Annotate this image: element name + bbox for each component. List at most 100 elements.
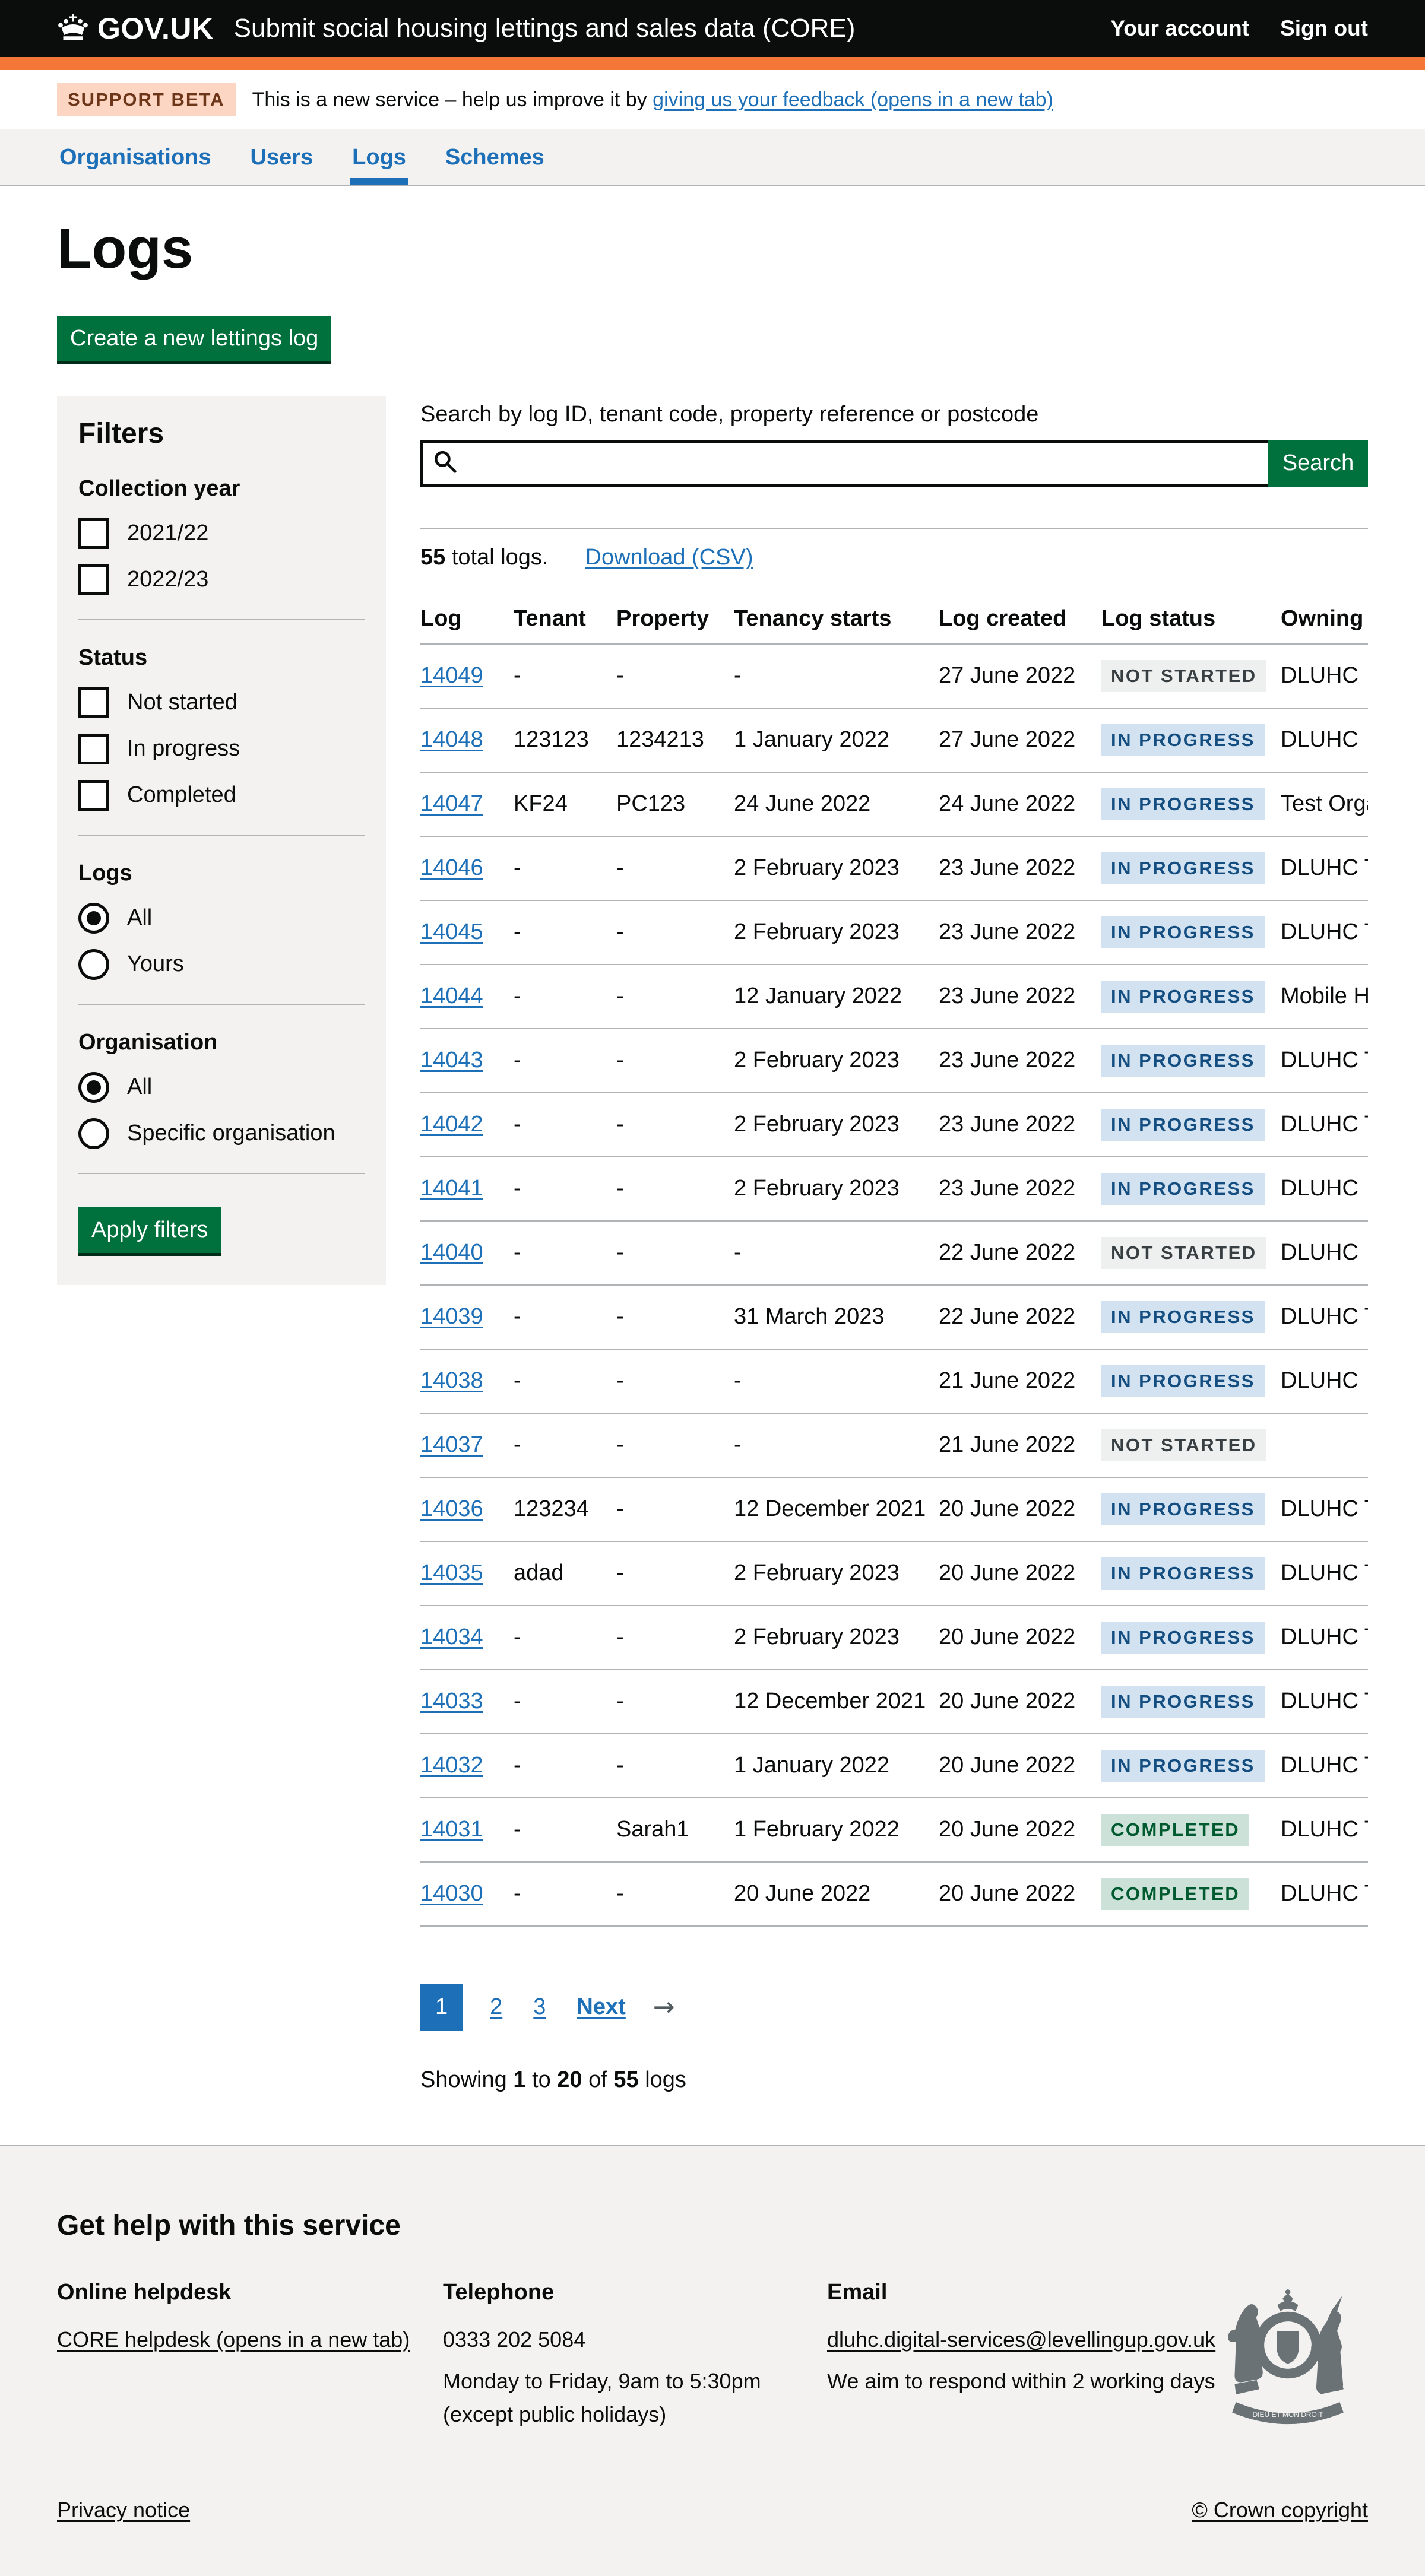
radio-organisation-all[interactable]: All [78, 1072, 365, 1103]
owning-org-cell: DLUHC [1281, 1157, 1368, 1221]
tenant-cell: - [514, 1670, 616, 1734]
pagination-page-1-current[interactable]: 1 [420, 1984, 463, 2031]
log-id-link[interactable]: 14047 [420, 791, 483, 816]
log-id-link[interactable]: 14041 [420, 1176, 483, 1201]
checkbox-in-progress[interactable]: In progress [78, 734, 365, 764]
tenancy-starts-cell: 1 January 2022 [734, 708, 939, 772]
nav-item-schemes[interactable]: Schemes [443, 129, 547, 185]
property-cell: - [616, 1670, 734, 1734]
checkbox-box-icon[interactable] [78, 564, 109, 595]
crown-icon [57, 14, 89, 43]
radio-label: Specific organisation [127, 1121, 335, 1146]
log-id-link[interactable]: 14043 [420, 1048, 483, 1073]
checkbox-box-icon[interactable] [78, 780, 109, 811]
log-id-link[interactable]: 14035 [420, 1560, 483, 1585]
radio-button-icon[interactable] [78, 1072, 109, 1103]
checkbox-completed[interactable]: Completed [78, 780, 365, 811]
privacy-notice-link[interactable]: Privacy notice [57, 2498, 190, 2523]
owning-org-cell: DLUHC Tes [1281, 1606, 1368, 1670]
col-header-log: Log [420, 595, 514, 644]
owning-org-cell: DLUHC Tes [1281, 1093, 1368, 1157]
log-created-cell: 27 June 2022 [939, 708, 1101, 772]
tenant-cell: - [514, 644, 616, 708]
tenancy-starts-cell: 24 June 2022 [734, 772, 939, 836]
radio-logs-all[interactable]: All [78, 903, 365, 934]
govuk-logo-link[interactable]: GOV.UK [57, 11, 214, 46]
page-title: Logs [57, 219, 1368, 279]
tenant-cell: 123234 [514, 1477, 616, 1541]
log-created-cell: 27 June 2022 [939, 644, 1101, 708]
log-id-link[interactable]: 14045 [420, 919, 483, 944]
radio-label: Yours [127, 951, 184, 977]
log-id-link[interactable]: 14031 [420, 1817, 483, 1842]
log-id-link[interactable]: 14038 [420, 1368, 483, 1393]
download-csv-link[interactable]: Download (CSV) [585, 545, 753, 570]
log-id-link[interactable]: 14048 [420, 727, 483, 752]
log-id-link[interactable]: 14044 [420, 984, 483, 1008]
checkbox-box-icon[interactable] [78, 734, 109, 764]
checkbox-box-icon[interactable] [78, 518, 109, 549]
property-cell: - [616, 900, 734, 965]
property-cell: - [616, 836, 734, 900]
radio-logs-yours[interactable]: Yours [78, 949, 365, 980]
radio-button-icon[interactable] [78, 949, 109, 980]
table-row: 14043--2 February 202323 June 2022IN PRO… [420, 1029, 1368, 1093]
pagination-next-link[interactable]: Next [573, 1984, 629, 2031]
table-row: 14032--1 January 202220 June 2022IN PROG… [420, 1734, 1368, 1798]
checkbox-box-icon[interactable] [78, 687, 109, 718]
log-id-link[interactable]: 14046 [420, 855, 483, 880]
your-account-link[interactable]: Your account [1110, 16, 1249, 41]
tenancy-starts-cell: 2 February 2023 [734, 900, 939, 965]
status-badge: NOT STARTED [1101, 1237, 1266, 1269]
apply-filters-button[interactable]: Apply filters [78, 1207, 221, 1253]
crown-copyright-link[interactable]: © Crown copyright [1192, 2498, 1368, 2523]
tenancy-starts-cell: 12 December 2021 [734, 1477, 939, 1541]
owning-org-cell: DLUHC Tes [1281, 1670, 1368, 1734]
header-account-nav: Your account Sign out [1110, 16, 1368, 41]
status-badge: IN PROGRESS [1101, 1301, 1265, 1333]
log-id-link[interactable]: 14039 [420, 1304, 483, 1329]
log-id-link[interactable]: 14033 [420, 1689, 483, 1714]
log-id-link[interactable]: 14037 [420, 1432, 483, 1457]
log-id-link[interactable]: 14030 [420, 1881, 483, 1906]
filters-panel: Filters Collection year 2021/22 2022/23 … [57, 396, 386, 1285]
checkbox-not-started[interactable]: Not started [78, 687, 365, 718]
radio-organisation-specific[interactable]: Specific organisation [78, 1118, 365, 1149]
phase-tag: SUPPORT BETA [57, 83, 236, 116]
online-helpdesk-title: Online helpdesk [57, 2280, 443, 2305]
table-row: 14039--31 March 202322 June 2022IN PROGR… [420, 1285, 1368, 1349]
create-lettings-log-button[interactable]: Create a new lettings log [57, 316, 331, 361]
feedback-link[interactable]: giving us your feedback (opens in a new … [653, 88, 1053, 111]
pagination-page-2-link[interactable]: 2 [486, 1984, 506, 2031]
nav-item-logs[interactable]: Logs [350, 129, 408, 185]
log-id-link[interactable]: 14049 [420, 663, 483, 688]
log-status-cell: NOT STARTED [1101, 1221, 1281, 1285]
radio-button-icon[interactable] [78, 903, 109, 934]
pagination-page-3-link[interactable]: 3 [530, 1984, 549, 2031]
log-created-cell: 23 June 2022 [939, 965, 1101, 1029]
sign-out-link[interactable]: Sign out [1280, 16, 1368, 41]
checkbox-2022-23[interactable]: 2022/23 [78, 564, 365, 595]
search-button[interactable]: Search [1268, 440, 1368, 487]
property-cell: Sarah1 [616, 1798, 734, 1862]
nav-item-users[interactable]: Users [248, 129, 316, 185]
radio-button-icon[interactable] [78, 1118, 109, 1149]
showing-total: 55 [613, 2067, 638, 2092]
checkbox-2021-22[interactable]: 2021/22 [78, 518, 365, 549]
log-status-cell: IN PROGRESS [1101, 1606, 1281, 1670]
tenant-cell: - [514, 1285, 616, 1349]
status-legend: Status [78, 645, 365, 671]
log-id-link[interactable]: 14042 [420, 1112, 483, 1137]
nav-item-organisations[interactable]: Organisations [57, 129, 214, 185]
log-created-cell: 20 June 2022 [939, 1734, 1101, 1798]
log-id-link[interactable]: 14036 [420, 1496, 483, 1521]
log-id-link[interactable]: 14032 [420, 1753, 483, 1778]
search-input[interactable] [458, 443, 1259, 484]
showing-summary: Showing 1 to 20 of 55 logs [420, 2067, 1368, 2093]
tenant-cell: - [514, 1413, 616, 1477]
log-id-link[interactable]: 14040 [420, 1240, 483, 1265]
log-id-link[interactable]: 14034 [420, 1625, 483, 1649]
email-link[interactable]: dluhc.digital-services@levellingup.gov.u… [827, 2327, 1215, 2352]
owning-org-cell: DLUHC Tes [1281, 836, 1368, 900]
core-helpdesk-link[interactable]: CORE helpdesk (opens in a new tab) [57, 2327, 410, 2352]
